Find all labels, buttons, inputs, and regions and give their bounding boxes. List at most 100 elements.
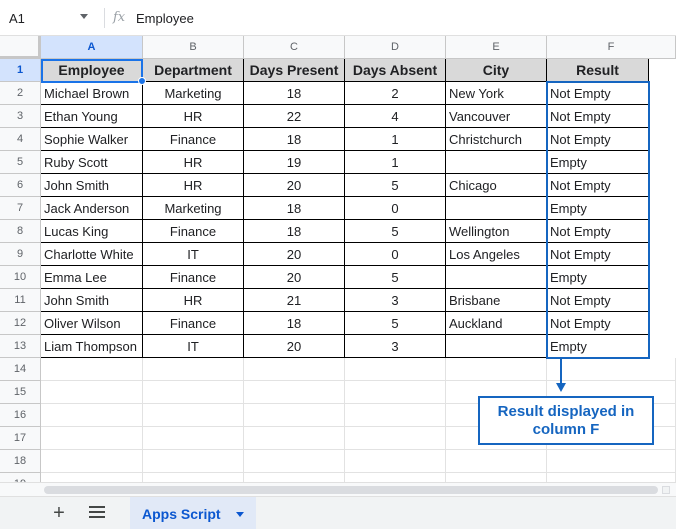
select-all-corner[interactable] — [0, 36, 41, 59]
chevron-down-icon[interactable] — [236, 512, 244, 517]
row-header-12[interactable]: 12 — [0, 312, 41, 335]
table-cell[interactable]: 4 — [345, 105, 446, 128]
row-header-13[interactable]: 13 — [0, 335, 41, 358]
table-cell[interactable]: Ethan Young — [41, 105, 143, 128]
empty-cell[interactable] — [244, 381, 345, 404]
column-header-a[interactable]: A — [41, 36, 143, 59]
result-cell[interactable]: Not Empty — [547, 128, 649, 151]
table-cell[interactable]: 1 — [345, 128, 446, 151]
result-cell[interactable]: Not Empty — [547, 174, 649, 197]
table-cell[interactable]: Finance — [143, 266, 244, 289]
empty-cell[interactable] — [446, 450, 547, 473]
table-cell[interactable]: IT — [143, 243, 244, 266]
table-cell[interactable]: HR — [143, 174, 244, 197]
table-cell[interactable]: 20 — [244, 335, 345, 358]
add-sheet-icon[interactable]: + — [49, 503, 69, 523]
row-header-7[interactable]: 7 — [0, 197, 41, 220]
scrollbar-thumb[interactable] — [44, 486, 658, 494]
table-cell[interactable]: 20 — [244, 243, 345, 266]
header-cell[interactable]: Department — [143, 59, 244, 82]
table-cell[interactable]: Wellington — [446, 220, 547, 243]
empty-cell[interactable] — [143, 404, 244, 427]
table-cell[interactable]: Vancouver — [446, 105, 547, 128]
table-cell[interactable]: Oliver Wilson — [41, 312, 143, 335]
row-header-5[interactable]: 5 — [0, 151, 41, 174]
header-cell[interactable]: City — [446, 59, 547, 82]
scroll-right-arrow-icon[interactable] — [662, 486, 670, 494]
row-header-18[interactable]: 18 — [0, 450, 41, 473]
table-cell[interactable]: 5 — [345, 220, 446, 243]
table-cell[interactable]: Brisbane — [446, 289, 547, 312]
table-cell[interactable]: 2 — [345, 82, 446, 105]
row-header-4[interactable]: 4 — [0, 128, 41, 151]
header-cell[interactable]: Result — [547, 59, 649, 82]
empty-cell[interactable] — [41, 358, 143, 381]
table-cell[interactable]: HR — [143, 289, 244, 312]
table-cell[interactable] — [446, 197, 547, 220]
empty-cell[interactable] — [244, 358, 345, 381]
row-header-16[interactable]: 16 — [0, 404, 41, 427]
empty-cell[interactable] — [244, 427, 345, 450]
empty-cell[interactable] — [345, 450, 446, 473]
horizontal-scrollbar[interactable] — [0, 482, 676, 496]
table-cell[interactable]: 20 — [244, 266, 345, 289]
table-cell[interactable]: 3 — [345, 335, 446, 358]
header-cell[interactable]: Days Present — [244, 59, 345, 82]
empty-cell[interactable] — [345, 358, 446, 381]
table-cell[interactable] — [446, 266, 547, 289]
table-cell[interactable]: 18 — [244, 82, 345, 105]
table-cell[interactable]: 1 — [345, 151, 446, 174]
table-cell[interactable]: 18 — [244, 220, 345, 243]
empty-cell[interactable] — [143, 427, 244, 450]
empty-cell[interactable] — [345, 404, 446, 427]
result-cell[interactable]: Empty — [547, 335, 649, 358]
column-header-b[interactable]: B — [143, 36, 244, 59]
table-cell[interactable] — [446, 335, 547, 358]
table-cell[interactable]: Ruby Scott — [41, 151, 143, 174]
table-cell[interactable]: Charlotte White — [41, 243, 143, 266]
result-cell[interactable]: Not Empty — [547, 312, 649, 335]
table-cell[interactable]: Liam Thompson — [41, 335, 143, 358]
empty-cell[interactable] — [143, 381, 244, 404]
result-cell[interactable]: Empty — [547, 266, 649, 289]
empty-cell[interactable] — [143, 450, 244, 473]
row-header-2[interactable]: 2 — [0, 82, 41, 105]
row-header-10[interactable]: 10 — [0, 266, 41, 289]
column-header-d[interactable]: D — [345, 36, 446, 59]
empty-cell[interactable] — [244, 404, 345, 427]
table-cell[interactable]: Finance — [143, 128, 244, 151]
table-cell[interactable]: IT — [143, 335, 244, 358]
column-header-e[interactable]: E — [446, 36, 547, 59]
table-cell[interactable]: Auckland — [446, 312, 547, 335]
table-cell[interactable]: 5 — [345, 266, 446, 289]
table-cell[interactable]: 3 — [345, 289, 446, 312]
table-cell[interactable]: Marketing — [143, 197, 244, 220]
table-cell[interactable]: 0 — [345, 243, 446, 266]
empty-cell[interactable] — [41, 381, 143, 404]
row-header-1[interactable]: 1 — [0, 59, 41, 82]
table-cell[interactable]: HR — [143, 151, 244, 174]
result-cell[interactable]: Not Empty — [547, 105, 649, 128]
empty-cell[interactable] — [446, 358, 547, 381]
row-header-6[interactable]: 6 — [0, 174, 41, 197]
header-cell[interactable]: Employee — [41, 59, 143, 82]
table-cell[interactable]: 5 — [345, 174, 446, 197]
table-cell[interactable]: Los Angeles — [446, 243, 547, 266]
name-box[interactable]: A1 — [0, 0, 100, 36]
result-cell[interactable]: Not Empty — [547, 289, 649, 312]
table-cell[interactable]: Emma Lee — [41, 266, 143, 289]
empty-cell[interactable] — [547, 358, 676, 381]
table-cell[interactable]: 22 — [244, 105, 345, 128]
empty-cell[interactable] — [244, 450, 345, 473]
formula-input[interactable]: Employee — [136, 0, 194, 36]
empty-cell[interactable] — [143, 358, 244, 381]
table-cell[interactable]: Christchurch — [446, 128, 547, 151]
empty-cell[interactable] — [345, 381, 446, 404]
result-cell[interactable]: Not Empty — [547, 220, 649, 243]
row-header-17[interactable]: 17 — [0, 427, 41, 450]
table-cell[interactable]: 5 — [345, 312, 446, 335]
table-cell[interactable]: Chicago — [446, 174, 547, 197]
table-cell[interactable]: 20 — [244, 174, 345, 197]
sheet-tab-apps-script[interactable]: Apps Script — [130, 497, 256, 529]
table-cell[interactable]: Jack Anderson — [41, 197, 143, 220]
